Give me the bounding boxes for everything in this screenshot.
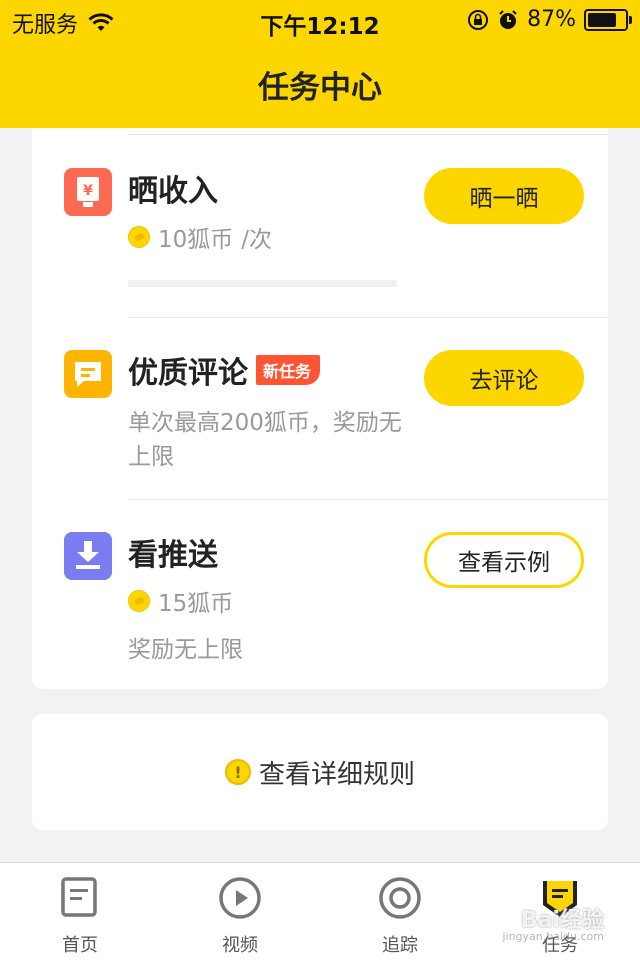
tab-track[interactable]: 追踪 [320, 863, 480, 961]
exclamation-icon: ! [224, 759, 251, 785]
task-name: 看推送 [128, 538, 218, 573]
task-description: 奖励无上限 [128, 637, 243, 663]
reward-amount: 10狐币 [158, 227, 234, 253]
status-bar: 无服务 下午12:12 87% [0, 0, 640, 40]
divider [128, 134, 608, 135]
share-income-button[interactable]: 晒一晒 [424, 168, 584, 224]
divider [128, 317, 608, 318]
rules-link-label: 查看详细规则 [258, 759, 415, 790]
header-bar: 无服务 下午12:12 87% 任务中心 [0, 0, 640, 128]
new-task-badge: 新任务 [256, 355, 321, 385]
battery-percent: 87% [527, 7, 576, 32]
play-icon [219, 877, 261, 919]
task-list-card: ¥ 晒收入 10狐币 /次 晒一晒 优质评论 新任务 单次最高200狐币，奖励无上… [32, 128, 608, 689]
task-reward: 15狐币 [128, 584, 233, 618]
watermark-url: jingyan.baidu.com [502, 930, 604, 943]
document-icon [61, 877, 97, 917]
alarm-icon [499, 9, 517, 29]
page-title: 任务中心 [258, 70, 382, 106]
reward-unit: /次 [241, 227, 273, 253]
tab-home[interactable]: 首页 [0, 863, 160, 961]
reward-amount: 15狐币 [158, 591, 234, 617]
task-name: 优质评论 新任务 [128, 348, 321, 392]
coin-icon [128, 590, 150, 612]
battery-icon [584, 8, 632, 31]
task-name-text: 优质评论 [128, 356, 248, 391]
task-reward: 10狐币 /次 [128, 220, 272, 254]
svg-text:¥: ¥ [83, 183, 93, 199]
rules-link[interactable]: ! 查看详细规则 [32, 714, 608, 830]
coin-icon [128, 226, 150, 248]
tab-label: 首页 [62, 935, 98, 956]
task-name: 晒收入 [128, 174, 218, 209]
income-icon: ¥ [64, 168, 112, 216]
task-description: 单次最高200狐币，奖励无上限 [128, 410, 402, 470]
view-example-button[interactable]: 查看示例 [424, 532, 584, 588]
tab-label: 追踪 [382, 935, 418, 956]
progress-bar [128, 280, 397, 287]
target-icon [379, 877, 421, 919]
download-icon [64, 532, 112, 580]
tab-video[interactable]: 视频 [160, 863, 320, 961]
tab-label: 视频 [222, 935, 258, 956]
rotation-lock-icon [468, 9, 489, 30]
comment-icon [64, 350, 112, 398]
divider [128, 499, 608, 500]
go-comment-button[interactable]: 去评论 [424, 350, 584, 406]
